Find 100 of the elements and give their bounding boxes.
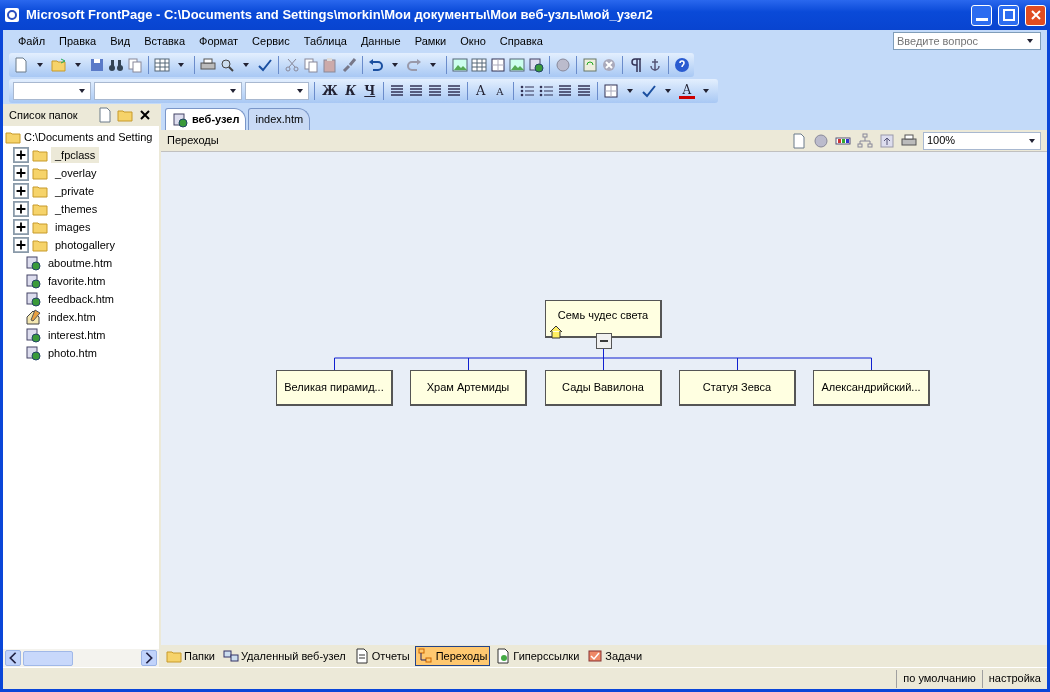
menu-item[interactable]: Формат <box>192 32 246 50</box>
menu-item[interactable]: Окно <box>453 32 493 50</box>
shrink-font-button[interactable]: A <box>491 83 508 99</box>
help-icon[interactable] <box>674 57 690 73</box>
view-tab[interactable]: Папки <box>163 645 218 667</box>
tree-item[interactable]: photogallery <box>51 236 119 254</box>
expander-icon[interactable] <box>13 219 29 235</box>
page-node[interactable]: Храм Артемиды <box>410 370 527 406</box>
indent-icon[interactable] <box>575 83 592 99</box>
web-page-icon <box>25 345 41 361</box>
menu-item[interactable]: Правка <box>52 32 104 50</box>
grow-font-button[interactable]: A <box>472 81 489 101</box>
page-node[interactable]: Семь чудес света <box>545 300 662 338</box>
font-color-button[interactable]: A <box>678 83 695 99</box>
status-text: настройка <box>981 669 1047 688</box>
menu-item[interactable]: Файл <box>11 32 53 50</box>
dropdown-field[interactable] <box>245 82 309 100</box>
refresh-icon[interactable] <box>582 57 598 73</box>
tree-item[interactable]: photo.htm <box>44 344 101 362</box>
spelling-icon[interactable] <box>257 57 273 73</box>
expander-icon[interactable] <box>13 183 29 199</box>
page-node[interactable]: Статуя Зевса <box>679 370 796 406</box>
scroll-thumb[interactable] <box>23 650 73 666</box>
pilcrow-icon[interactable] <box>628 57 644 73</box>
picture-icon[interactable] <box>452 57 468 73</box>
folder-icon <box>5 129 21 145</box>
undo-icon[interactable] <box>368 57 384 73</box>
view-tab[interactable]: Удаленный веб-узел <box>219 645 349 667</box>
tree-item[interactable]: _fpclass <box>51 146 100 164</box>
dropdown-field[interactable] <box>13 82 91 100</box>
bullet-list-icon[interactable] <box>537 83 554 99</box>
bold-button[interactable]: Ж <box>320 82 340 100</box>
menu-item[interactable]: Таблица <box>296 32 354 50</box>
menu-item[interactable]: Вставка <box>137 32 192 50</box>
page-node[interactable]: Великая пирамид... <box>276 370 393 406</box>
report-icon <box>353 648 370 664</box>
menu-item[interactable]: Справка <box>492 32 550 50</box>
tree-item[interactable]: interest.htm <box>44 326 110 344</box>
page-node[interactable]: Сады Вавилона <box>545 370 662 406</box>
scroll-right-button[interactable] <box>141 650 157 666</box>
expander-icon[interactable] <box>13 165 29 181</box>
align-right-icon[interactable] <box>426 83 443 99</box>
underline-button[interactable]: Ч <box>361 82 378 100</box>
binoculars-icon[interactable] <box>108 57 124 73</box>
tree-item[interactable]: index.htm <box>44 308 100 326</box>
computers-icon <box>222 648 239 664</box>
align-center-icon[interactable] <box>407 83 424 99</box>
help-search-field[interactable]: Введите вопрос <box>893 32 1041 50</box>
expander-icon[interactable] <box>13 147 29 163</box>
zoom-field[interactable]: 100% <box>923 131 1041 150</box>
magnifier-icon[interactable] <box>219 57 235 73</box>
printer-icon[interactable] <box>200 57 216 73</box>
new-page-icon[interactable] <box>97 107 113 123</box>
dropdown-field[interactable] <box>94 82 242 100</box>
document-tab[interactable]: веб-узел <box>165 108 247 130</box>
horizontal-scrollbar[interactable] <box>3 649 159 667</box>
numbered-list-icon[interactable] <box>518 83 535 99</box>
page-node[interactable]: Александрийский... <box>813 370 930 406</box>
brush-icon[interactable] <box>341 57 357 73</box>
document-tab[interactable]: index.htm <box>248 108 311 130</box>
expander-icon[interactable] <box>13 201 29 217</box>
italic-button[interactable]: К <box>342 82 359 100</box>
close-button[interactable] <box>1025 4 1046 26</box>
view-tab[interactable]: Задачи <box>584 645 646 667</box>
minimize-button[interactable] <box>971 4 992 26</box>
view-tab[interactable]: Переходы <box>414 645 491 667</box>
checklist-icon <box>587 648 604 664</box>
align-left-icon[interactable] <box>388 83 405 99</box>
save-icon[interactable] <box>89 57 105 73</box>
view-tab[interactable]: Гиперссылки <box>492 645 583 667</box>
table-icon[interactable] <box>471 57 487 73</box>
menu-item[interactable]: Сервис <box>245 32 297 50</box>
tree-item[interactable]: _private <box>51 182 99 200</box>
expander-icon[interactable] <box>13 237 29 253</box>
tree-item[interactable]: aboutme.htm <box>44 254 117 272</box>
tree-item[interactable]: images <box>51 218 95 236</box>
folder-icon <box>32 165 48 181</box>
collapse-icon[interactable] <box>596 333 612 349</box>
menu-item[interactable]: Рамки <box>407 32 454 50</box>
highlight-icon[interactable] <box>640 83 657 99</box>
window-title: Microsoft FrontPage - C:\Documents and Settings\morkin\Мои документы\Мои веб-узлы\мой_узел2 <box>26 6 654 25</box>
tree-item[interactable]: favorite.htm <box>44 272 110 290</box>
tree-item[interactable]: _themes <box>51 200 102 218</box>
view-title: Переходы <box>167 133 220 149</box>
justify-icon[interactable] <box>445 83 462 99</box>
anchor-icon[interactable] <box>647 57 663 73</box>
minimize-icon <box>973 17 990 21</box>
web-page-icon <box>25 327 41 343</box>
outdent-icon[interactable] <box>556 83 573 99</box>
scroll-left-button[interactable] <box>5 650 21 666</box>
menu-item[interactable]: Данные <box>353 32 408 50</box>
tree-item[interactable]: feedback.htm <box>44 290 119 308</box>
web-icon[interactable] <box>528 57 544 73</box>
tree-item[interactable]: C:\Documents and Setting <box>24 128 153 146</box>
border-icon[interactable] <box>602 83 619 99</box>
maximize-button[interactable] <box>998 4 1019 26</box>
folder-icon <box>32 201 48 217</box>
view-tab[interactable]: Отчеты <box>350 645 413 667</box>
tree-item[interactable]: _overlay <box>51 164 101 182</box>
menu-item[interactable]: Вид <box>103 32 138 50</box>
